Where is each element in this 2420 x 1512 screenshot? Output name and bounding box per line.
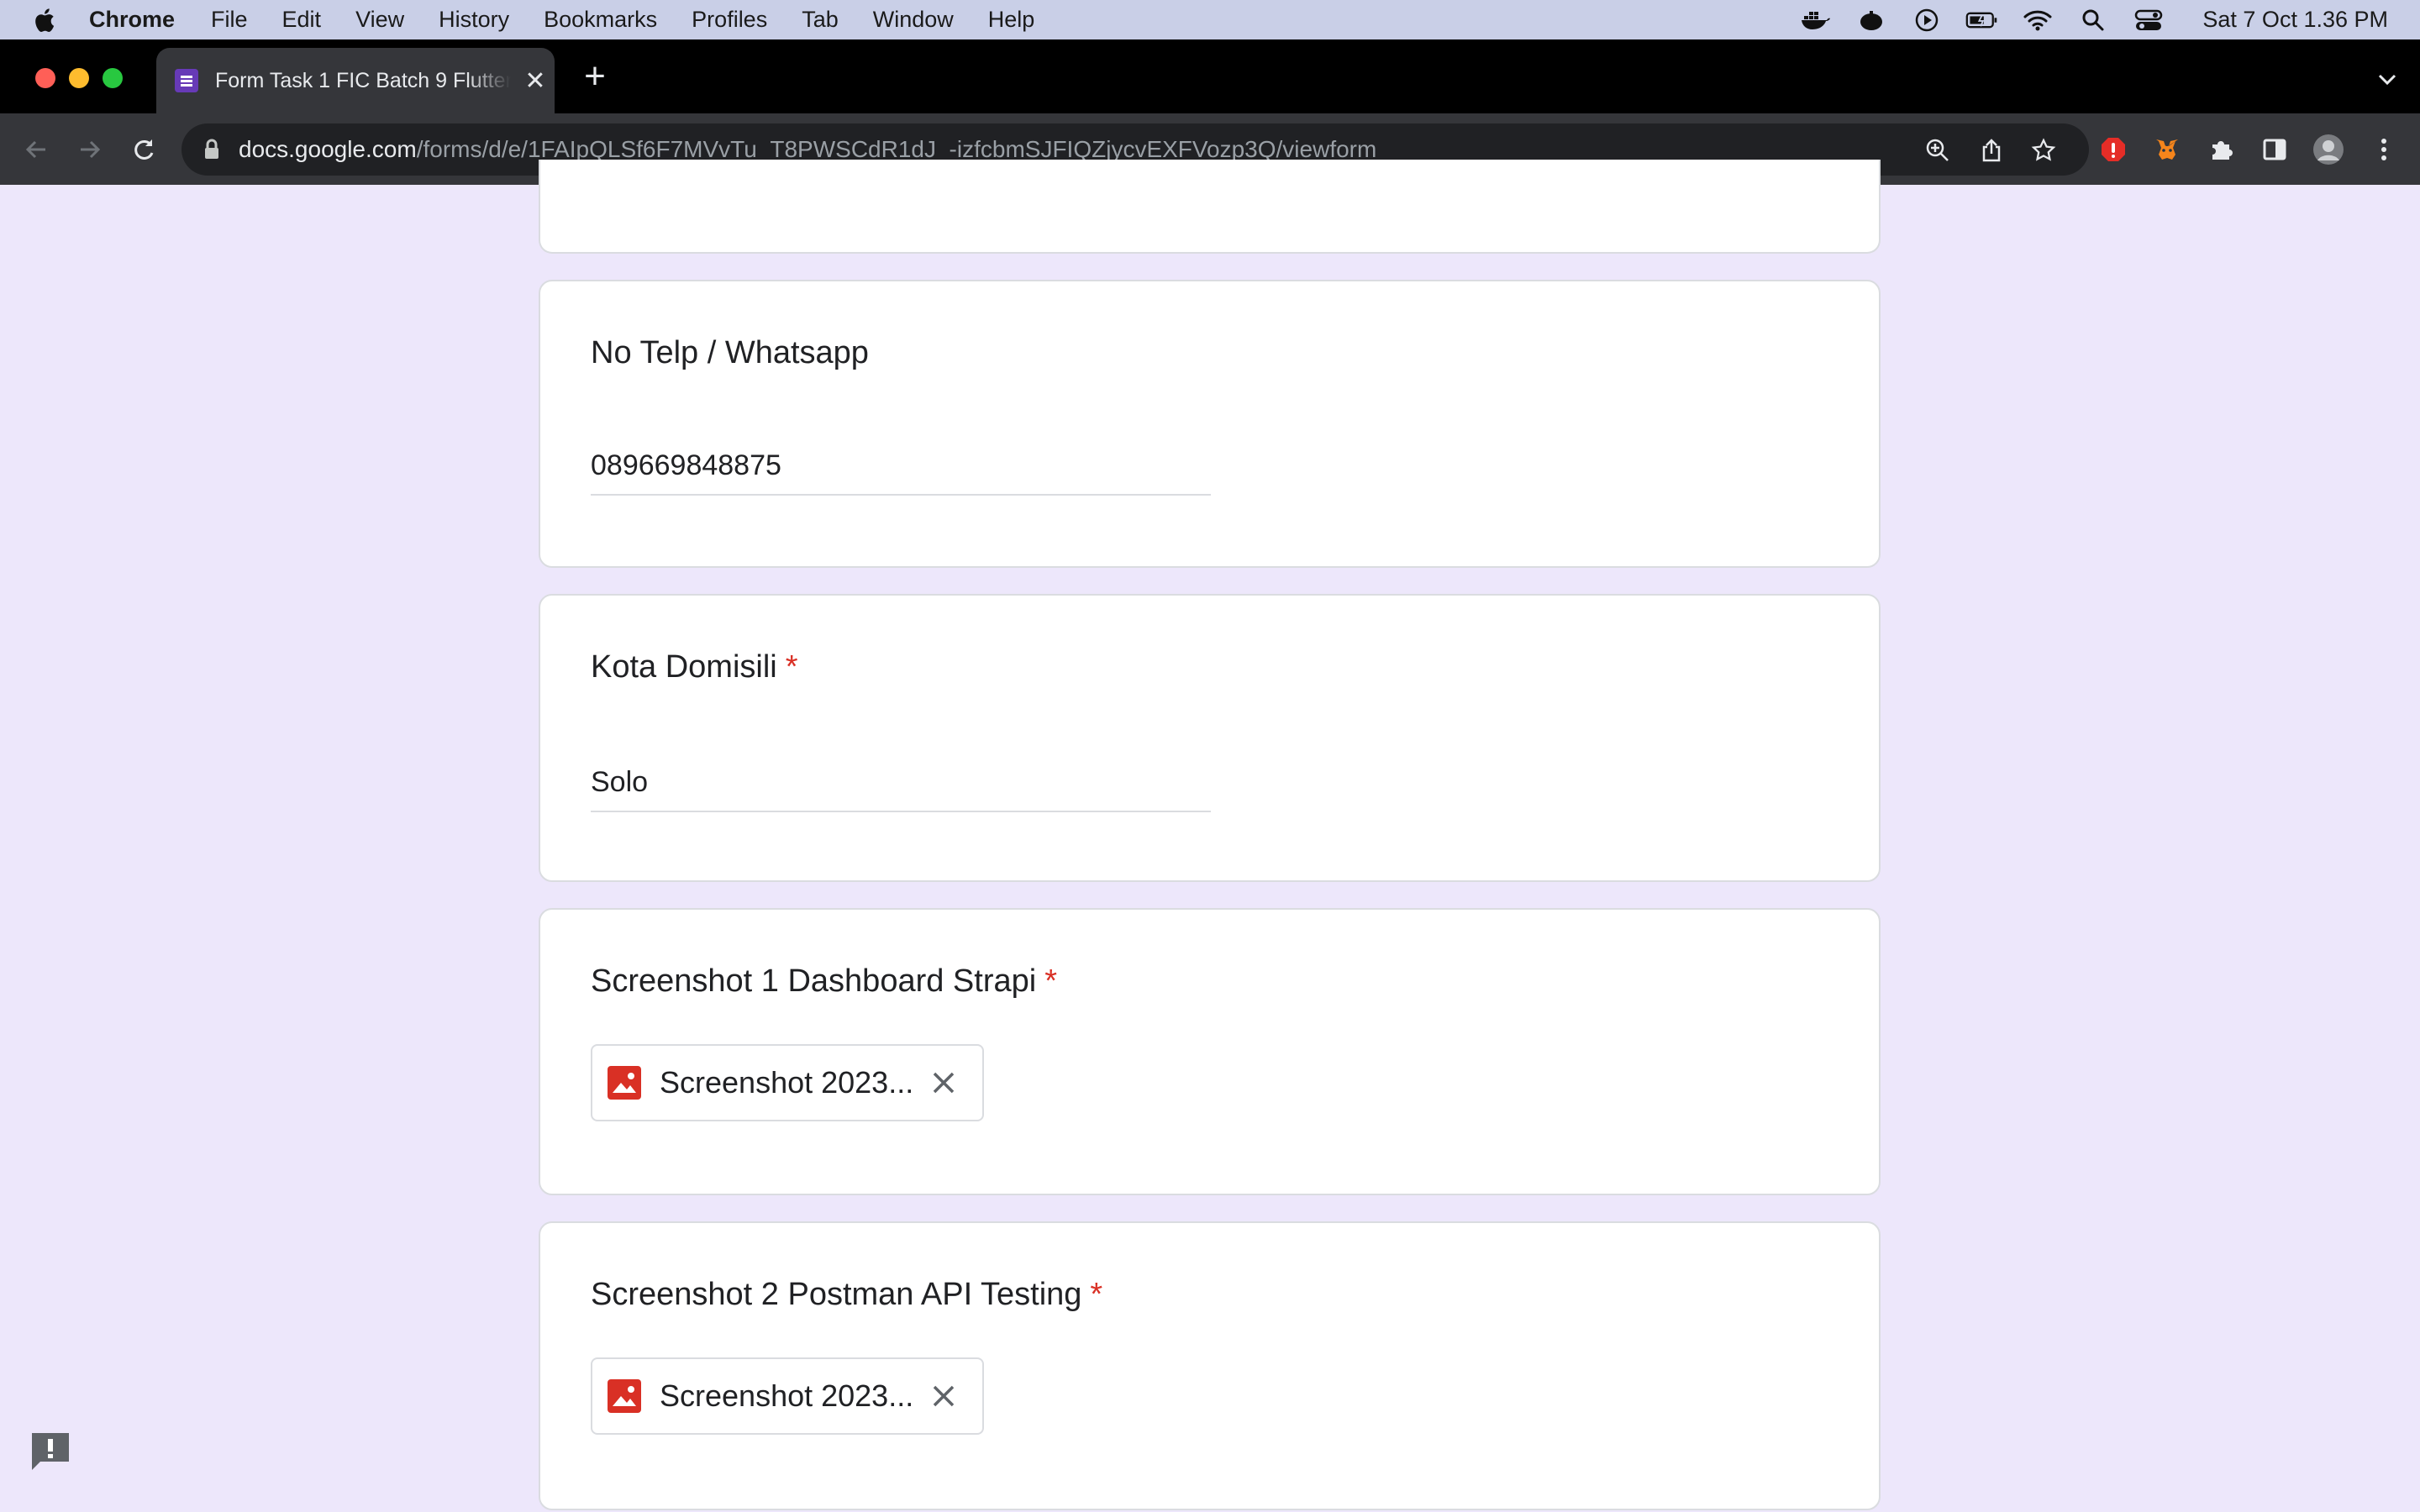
file-name: Screenshot 2023...: [660, 1065, 912, 1100]
control-center-icon[interactable]: [2132, 8, 2165, 33]
question-label: Screenshot 1 Dashboard Strapi: [591, 963, 1037, 999]
menu-history[interactable]: History: [439, 7, 509, 33]
bookmark-star-icon[interactable]: [2030, 137, 2057, 164]
browser-tab-strip: Form Task 1 FIC Batch 9 Flutter ✕ +: [0, 39, 2420, 113]
question-title: Screenshot 1 Dashboard Strapi *: [591, 963, 1057, 1000]
phone-answer-input[interactable]: 089669848875: [591, 449, 1211, 496]
share-icon[interactable]: [1978, 137, 2005, 164]
google-forms-icon: [175, 69, 198, 92]
extensions-puzzle-icon[interactable]: [2205, 134, 2237, 165]
chrome-menu-icon[interactable]: [2368, 134, 2400, 165]
tab-search-chevron-icon[interactable]: [2376, 68, 2398, 90]
city-answer-input[interactable]: Solo: [591, 766, 1211, 812]
remove-file-icon[interactable]: [927, 1066, 960, 1100]
required-asterisk: *: [785, 649, 798, 685]
forward-button[interactable]: [74, 134, 106, 165]
lock-icon[interactable]: [203, 139, 220, 160]
question-title: Kota Domisili *: [591, 649, 798, 685]
image-file-icon: [608, 1066, 641, 1100]
menu-bookmarks[interactable]: Bookmarks: [544, 7, 657, 33]
menu-file[interactable]: File: [211, 7, 248, 33]
adblock-extension-icon[interactable]: [2097, 134, 2129, 165]
question-label: Kota Domisili: [591, 649, 777, 685]
question-label: No Telp / Whatsapp: [591, 335, 869, 370]
tab-close-icon[interactable]: ✕: [523, 66, 548, 96]
uploaded-file-chip[interactable]: Screenshot 2023...: [591, 1357, 984, 1435]
question-title: No Telp / Whatsapp: [591, 335, 869, 371]
image-file-icon: [608, 1379, 641, 1413]
metamask-extension-icon[interactable]: [2151, 134, 2183, 165]
menu-help[interactable]: Help: [988, 7, 1035, 33]
question-card-phone: No Telp / Whatsapp 089669848875: [539, 280, 1881, 568]
menu-tab[interactable]: Tab: [802, 7, 839, 33]
cloud-icon[interactable]: [1854, 8, 1888, 33]
menu-window[interactable]: Window: [873, 7, 954, 33]
question-label: Screenshot 2 Postman API Testing: [591, 1277, 1082, 1312]
report-feedback-icon[interactable]: [29, 1430, 72, 1473]
remove-file-icon[interactable]: [927, 1379, 960, 1413]
active-tab[interactable]: Form Task 1 FIC Batch 9 Flutter ✕: [156, 48, 555, 113]
file-name: Screenshot 2023...: [660, 1378, 912, 1413]
spotlight-icon[interactable]: [2076, 8, 2110, 33]
question-card-screenshot-1: Screenshot 1 Dashboard Strapi * Screensho…: [539, 908, 1881, 1195]
window-close-button[interactable]: [35, 68, 55, 88]
required-asterisk: *: [1044, 963, 1057, 999]
menubar-clock[interactable]: Sat 7 Oct 1.36 PM: [2202, 7, 2388, 33]
back-button[interactable]: [20, 134, 52, 165]
macos-menu-bar: Chrome File Edit View History Bookmarks …: [0, 0, 2420, 39]
tab-title: Form Task 1 FIC Batch 9 Flutter: [215, 68, 511, 92]
menu-view[interactable]: View: [355, 7, 404, 33]
zoom-icon[interactable]: [1924, 137, 1951, 164]
question-card-screenshot-2: Screenshot 2 Postman API Testing * Screen…: [539, 1221, 1881, 1510]
window-minimize-button[interactable]: [69, 68, 89, 88]
docker-icon[interactable]: [1799, 8, 1833, 33]
wifi-icon[interactable]: [2021, 8, 2054, 33]
battery-icon[interactable]: [1965, 8, 1999, 33]
menu-edit[interactable]: Edit: [282, 7, 322, 33]
new-tab-button[interactable]: +: [578, 58, 612, 95]
profile-avatar[interactable]: [2312, 134, 2344, 165]
required-asterisk: *: [1090, 1277, 1103, 1312]
side-panel-icon[interactable]: [2259, 134, 2291, 165]
apple-logo-icon[interactable]: [32, 7, 55, 34]
question-card-city: Kota Domisili * Solo: [539, 594, 1881, 882]
menu-profiles[interactable]: Profiles: [692, 7, 767, 33]
menu-app-name[interactable]: Chrome: [89, 7, 175, 33]
reload-button[interactable]: [128, 134, 160, 165]
previous-question-card: [539, 160, 1881, 254]
url-host: docs.google.com: [239, 136, 417, 162]
url-path: /forms/d/e/1FAIpQLSf6F7MVvTu_T8PWSCdR1dJ…: [416, 136, 1377, 162]
play-circle-icon[interactable]: [1910, 8, 1944, 33]
window-zoom-button[interactable]: [103, 68, 123, 88]
question-title: Screenshot 2 Postman API Testing *: [591, 1277, 1102, 1313]
uploaded-file-chip[interactable]: Screenshot 2023...: [591, 1044, 984, 1121]
